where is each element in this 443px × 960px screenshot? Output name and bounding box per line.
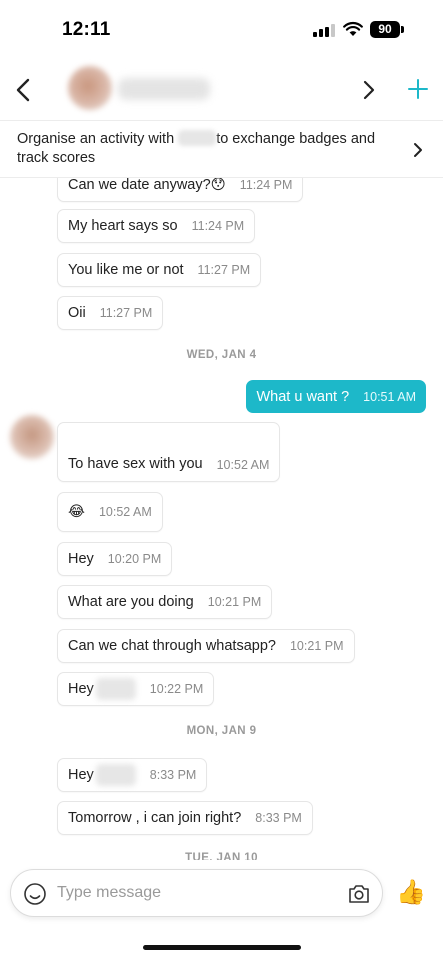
message-bubble[interactable]: Hey 8:33 PM — [57, 758, 208, 792]
blurred-name — [95, 764, 136, 786]
message-bubble[interactable]: To have sex with you 10:52 AM — [57, 422, 281, 482]
home-indicator — [143, 945, 301, 950]
chevron-right-icon[interactable] — [410, 141, 426, 159]
message-bubble[interactable]: Can we date anyway?😯 11:24 PM — [57, 178, 304, 202]
status-bar: 12:11 90 — [0, 0, 443, 58]
battery-icon: 90 — [370, 21, 404, 38]
status-time: 12:11 — [62, 19, 111, 40]
message-bubble[interactable]: What are you doing 10:21 PM — [57, 585, 273, 619]
contact-name[interactable] — [118, 78, 210, 100]
signal-icon — [313, 24, 335, 37]
wifi-icon — [343, 21, 363, 36]
message-list[interactable]: Can we date anyway?😯 11:24 PM My heart sa… — [0, 178, 443, 860]
message-bubble[interactable]: Hey 10:20 PM — [57, 542, 173, 576]
activity-banner[interactable]: Organise an activity with to exchange ba… — [0, 120, 443, 178]
chevron-left-icon[interactable] — [12, 76, 36, 104]
message-bubble[interactable]: Hey 10:22 PM — [57, 672, 215, 706]
camera-icon[interactable] — [347, 883, 371, 905]
message-bubble[interactable]: Can we chat through whatsapp? 10:21 PM — [57, 629, 355, 663]
message-bubble[interactable]: Tomorrow , i can join right? 8:33 PM — [57, 801, 313, 835]
chat-header — [0, 58, 443, 120]
contact-avatar[interactable] — [68, 66, 112, 110]
date-separator: WED, JAN 4 — [186, 349, 257, 361]
message-bubble-outgoing[interactable]: What u want ? 10:51 AM — [246, 380, 426, 413]
message-bubble[interactable]: My heart says so 11:24 PM — [57, 209, 256, 243]
activity-banner-text: Organise an activity with to exchange ba… — [17, 130, 376, 166]
chevron-right-icon[interactable] — [358, 78, 380, 102]
message-input[interactable] — [57, 870, 337, 916]
message-bubble[interactable]: 😂 10:52 AM — [57, 492, 163, 532]
battery-level: 90 — [370, 21, 400, 38]
date-separator: TUE, JAN 10 — [185, 852, 258, 860]
plus-icon[interactable] — [405, 76, 431, 102]
message-bubble[interactable]: Oii 11:27 PM — [57, 296, 164, 330]
message-composer — [10, 869, 383, 917]
date-separator: MON, JAN 9 — [186, 725, 257, 737]
thumbs-up-icon[interactable]: 👍 — [396, 878, 426, 908]
blurred-name — [178, 130, 217, 146]
message-bubble[interactable]: You like me or not 11:27 PM — [57, 253, 262, 287]
smiley-icon[interactable] — [23, 882, 47, 906]
blurred-name — [95, 678, 136, 700]
sender-avatar[interactable] — [10, 415, 54, 459]
